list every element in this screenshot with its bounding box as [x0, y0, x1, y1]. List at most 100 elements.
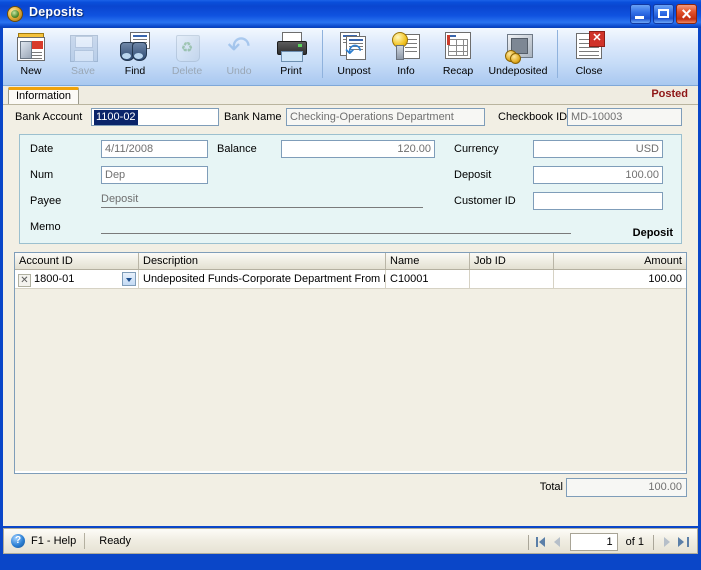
toolbar-label: Delete: [171, 65, 203, 77]
deposits-window: Deposits New: [0, 0, 701, 570]
column-header-name[interactable]: Name: [386, 253, 470, 269]
toolbar-label: Print: [280, 65, 302, 77]
cell-job-id[interactable]: [470, 270, 554, 288]
currency-input[interactable]: USD: [533, 140, 663, 158]
delete-row-icon[interactable]: ✕: [18, 273, 31, 287]
table-row[interactable]: ✕ 1800-01 Undeposited Funds-Corporate Dep…: [15, 270, 686, 289]
deposit-label: Deposit: [454, 169, 492, 181]
tab-information[interactable]: Information: [8, 87, 80, 104]
toolbar-delete-button[interactable]: ♻ Delete: [161, 28, 213, 84]
total-value: 100.00: [566, 478, 687, 497]
status-divider: [84, 533, 86, 549]
toolbar-info-button[interactable]: Info: [380, 28, 432, 84]
recycle-bin-icon: ♻: [170, 30, 204, 64]
safe-coins-icon: [501, 30, 535, 64]
payee-input[interactable]: Deposit: [101, 192, 423, 208]
help-text[interactable]: F1 - Help: [31, 535, 76, 547]
close-window-button[interactable]: [676, 2, 697, 26]
column-header-job-id[interactable]: Job ID: [470, 253, 554, 269]
transaction-type-label: Deposit: [632, 227, 673, 239]
cell-account-id-value: 1800-01: [34, 273, 75, 285]
date-label: Date: [30, 143, 54, 155]
toolbar-label: Close: [575, 65, 603, 77]
binoculars-icon: [118, 30, 152, 64]
toolbar-label: Find: [124, 65, 146, 77]
information-panel: Bank Account 1100-02 Bank Name Checking-…: [3, 104, 698, 526]
bank-name-label: Bank Name: [224, 111, 282, 123]
customer-id-input[interactable]: [533, 192, 663, 210]
column-header-account-id[interactable]: Account ID: [15, 253, 139, 269]
recap-table-icon: [441, 30, 475, 64]
bank-account-value: 1100-02: [94, 110, 138, 125]
last-record-button[interactable]: [675, 534, 691, 550]
toolbar-close-button[interactable]: ✕ Close: [563, 28, 615, 84]
nav-separator: [653, 534, 654, 550]
toolbar-label: Info: [397, 65, 415, 77]
cell-account-id[interactable]: ✕ 1800-01: [15, 270, 139, 288]
toolbar-separator: [322, 30, 323, 78]
window-title: Deposits: [29, 5, 84, 19]
memo-input[interactable]: [101, 218, 571, 234]
cell-name[interactable]: C10001: [386, 270, 470, 288]
toolbar-undeposited-button[interactable]: Undeposited: [484, 28, 552, 84]
status-badge: Posted: [651, 88, 688, 100]
toolbar-separator: [557, 30, 558, 78]
close-document-icon: ✕: [572, 30, 606, 64]
toolbar-label: Recap: [442, 65, 474, 77]
bank-account-label: Bank Account: [15, 111, 83, 123]
toolbar-new-button[interactable]: New: [5, 28, 57, 84]
status-text: Ready: [99, 535, 132, 547]
memo-label: Memo: [30, 221, 61, 233]
app-globe-icon: [7, 6, 23, 22]
toolbar: New Save Find ♻ Delete ↶ Undo Print ↶ Un…: [3, 28, 698, 86]
toolbar-label: Save: [71, 65, 95, 77]
balance-label: Balance: [217, 143, 257, 155]
total-label: Total: [539, 481, 563, 493]
first-record-button[interactable]: [534, 534, 550, 550]
chevron-down-icon[interactable]: [122, 272, 136, 286]
new-document-icon: [14, 30, 48, 64]
grid-header-row: Account ID Description Name Job ID Amoun…: [15, 253, 686, 270]
toolbar-unpost-button[interactable]: ↶ Unpost: [328, 28, 380, 84]
toolbar-label: Undo: [226, 65, 252, 77]
line-items-grid: Account ID Description Name Job ID Amoun…: [14, 252, 687, 474]
help-icon[interactable]: ?: [11, 534, 25, 548]
window-controls: [630, 2, 697, 26]
num-input[interactable]: Dep: [101, 166, 208, 184]
date-input[interactable]: 4/11/2008: [101, 140, 208, 158]
toolbar-label: Unpost: [337, 65, 371, 77]
toolbar-recap-button[interactable]: Recap: [432, 28, 484, 84]
page-number-input[interactable]: 1: [569, 533, 618, 551]
column-header-amount[interactable]: Amount: [554, 253, 686, 269]
nav-separator: [527, 534, 529, 550]
unpost-icon: ↶: [337, 30, 371, 64]
toolbar-label: Undeposited: [488, 65, 548, 77]
toolbar-save-button[interactable]: Save: [57, 28, 109, 84]
previous-record-button[interactable]: [550, 534, 566, 550]
cell-description[interactable]: Undeposited Funds-Corporate Department F…: [139, 270, 386, 288]
printer-icon: [274, 30, 308, 64]
payee-label: Payee: [30, 195, 62, 207]
undo-arrow-icon: ↶: [227, 31, 251, 62]
record-navigator: 1 of 1: [523, 532, 691, 552]
column-header-description[interactable]: Description: [139, 253, 386, 269]
cell-amount[interactable]: 100.00: [554, 270, 686, 288]
tab-strip: Information Posted: [3, 86, 698, 104]
toolbar-find-button[interactable]: Find: [109, 28, 161, 84]
page-total-label: of 1: [625, 536, 644, 548]
checkbook-id-input[interactable]: MD-10003: [567, 108, 682, 126]
minimize-button[interactable]: [630, 4, 651, 24]
checkbook-id-label: Checkbook ID: [498, 111, 568, 123]
bank-account-input[interactable]: 1100-02: [91, 108, 219, 126]
deposit-amount-input[interactable]: 100.00: [533, 166, 663, 184]
toolbar-label: New: [20, 65, 42, 77]
toolbar-print-button[interactable]: Print: [265, 28, 317, 84]
bank-name-input[interactable]: Checking-Operations Department: [286, 108, 485, 126]
floppy-disk-icon: [66, 30, 100, 64]
next-record-button[interactable]: [659, 534, 675, 550]
toolbar-undo-button[interactable]: ↶ Undo: [213, 28, 265, 84]
grid-empty-area: [15, 289, 686, 471]
maximize-button[interactable]: [653, 4, 674, 24]
status-bar: ? F1 - Help Ready 1 of 1: [3, 528, 698, 554]
title-bar: Deposits: [0, 0, 701, 28]
